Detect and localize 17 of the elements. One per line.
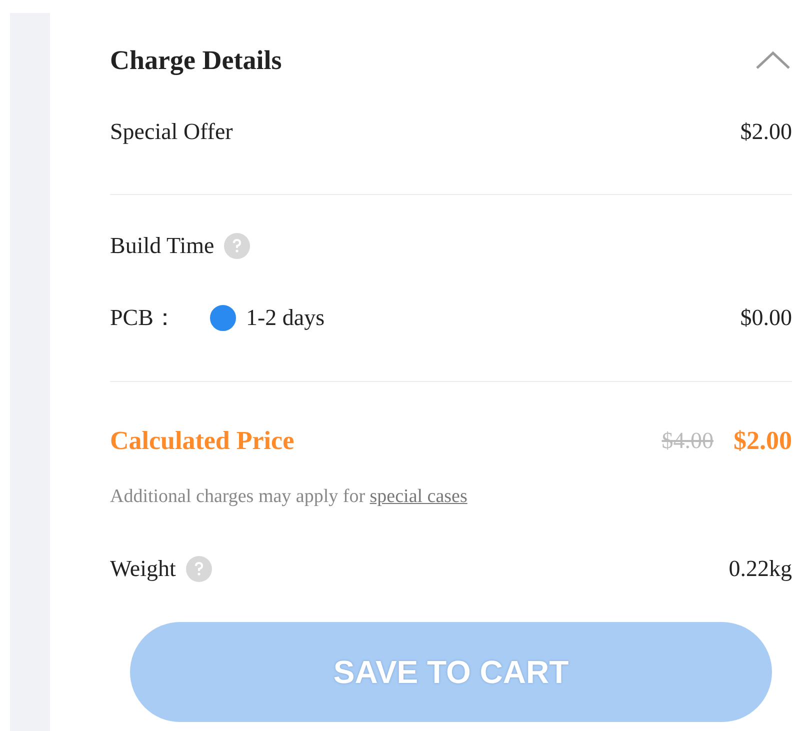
chevron-icon[interactable]	[756, 51, 790, 69]
offer-amount: $2.00	[740, 119, 792, 145]
radio-option[interactable]: 1-2 days	[210, 304, 325, 330]
special-cases-link[interactable]: special cases	[370, 486, 468, 507]
weight-label: Weight	[110, 556, 176, 582]
current-price: $2.00	[734, 426, 792, 456]
weight-value: 0.22kg	[728, 556, 792, 582]
charges-note: Additional charges may apply for special cases	[110, 486, 468, 508]
section-title: Charge Details	[110, 44, 282, 76]
pcb-amount: $0.00	[740, 304, 792, 330]
build-time-label: Build Time	[110, 233, 214, 259]
help-icon[interactable]	[224, 233, 250, 259]
price-label: Calculated Price	[110, 426, 294, 456]
help-icon[interactable]	[186, 556, 212, 582]
pcb-label: PCB：	[110, 304, 178, 332]
offer-label: Special Offer	[110, 119, 233, 145]
original-price: $4.00	[662, 428, 714, 454]
